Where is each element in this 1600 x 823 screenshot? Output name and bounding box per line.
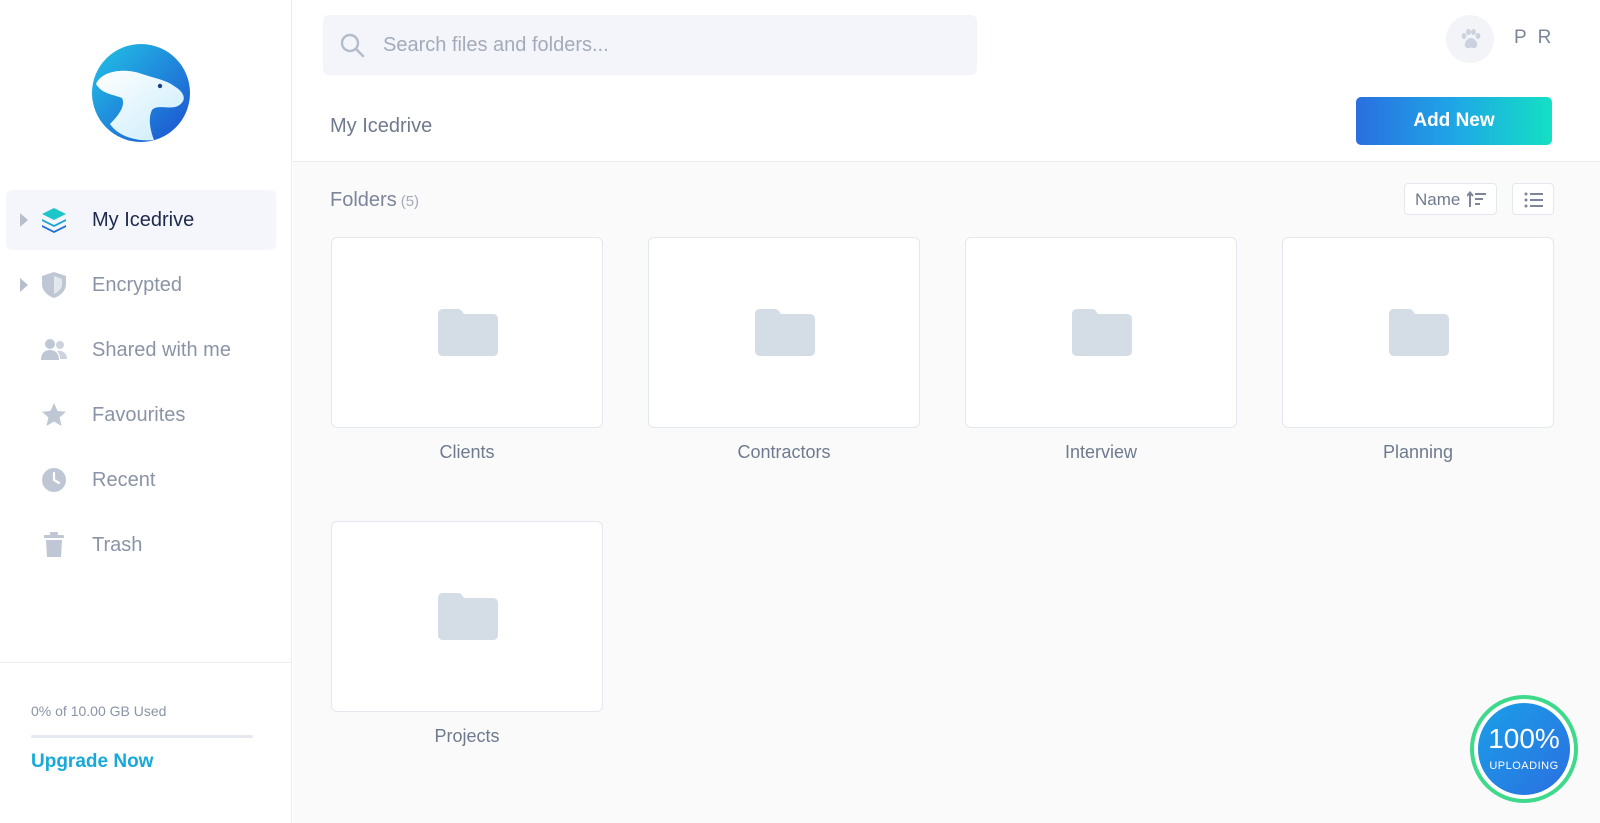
sidebar-item-label: Trash xyxy=(92,534,143,556)
folders-heading: Folders (5) xyxy=(330,189,419,212)
folder-card[interactable] xyxy=(965,237,1237,428)
sidebar-item-shared-with-me[interactable]: Shared with me xyxy=(6,320,276,380)
star-icon xyxy=(42,403,66,426)
folders-title: Folders xyxy=(330,189,397,211)
icedrive-logo[interactable] xyxy=(92,44,190,142)
sidebar-divider xyxy=(0,662,292,663)
sidebar-item-label: Encrypted xyxy=(92,274,183,296)
users-icon xyxy=(41,339,67,360)
shield-icon xyxy=(42,272,66,298)
avatar[interactable] xyxy=(1446,15,1494,63)
expand-caret-icon[interactable] xyxy=(20,278,28,292)
paw-icon xyxy=(1461,29,1481,49)
upload-percent: 100% xyxy=(1488,723,1560,754)
search-input[interactable] xyxy=(383,15,963,75)
folder-item-planning[interactable]: Planning xyxy=(1282,237,1554,463)
folders-count: (5) xyxy=(400,193,420,210)
folder-icon xyxy=(438,593,498,640)
sidebar-item-my-icedrive[interactable]: My Icedrive xyxy=(6,190,276,250)
upload-status-label: UPLOADING xyxy=(1489,760,1559,772)
upload-progress-badge[interactable]: 100% UPLOADING xyxy=(1470,695,1578,803)
folder-icon xyxy=(1389,309,1449,356)
sidebar-nav: My Icedrive Encrypted Shared with me Fav… xyxy=(6,190,276,580)
folder-card[interactable] xyxy=(1282,237,1554,428)
sidebar-item-recent[interactable]: Recent xyxy=(6,450,276,510)
folder-item-clients[interactable]: Clients xyxy=(331,237,603,463)
expand-caret-icon[interactable] xyxy=(20,213,28,227)
sidebar-item-trash[interactable]: Trash xyxy=(6,515,276,575)
folder-card[interactable] xyxy=(331,521,603,712)
upload-progress-circle: 100% UPLOADING xyxy=(1478,703,1570,795)
folder-icon xyxy=(1072,309,1132,356)
folder-name: Clients xyxy=(439,442,495,462)
list-view-button[interactable] xyxy=(1512,183,1554,215)
storage-usage-text: 0% of 10.00 GB Used xyxy=(31,703,167,719)
content-area: Folders (5) Name Clients Contractors Int… xyxy=(293,161,1600,823)
sort-label: Name xyxy=(1415,190,1461,209)
sidebar-item-favourites[interactable]: Favourites xyxy=(6,385,276,445)
sidebar-item-label: My Icedrive xyxy=(92,209,195,231)
trash-icon xyxy=(44,532,64,557)
list-view-icon xyxy=(1524,192,1543,208)
user-initials[interactable]: P R xyxy=(1514,27,1554,49)
add-new-button[interactable]: Add New xyxy=(1356,97,1552,145)
folder-name: Projects xyxy=(434,726,500,746)
sort-ascending-icon xyxy=(1467,191,1486,207)
folder-name: Planning xyxy=(1382,442,1454,462)
sidebar-item-label: Shared with me xyxy=(92,339,231,361)
folder-item-contractors[interactable]: Contractors xyxy=(648,237,920,463)
breadcrumb[interactable]: My Icedrive xyxy=(330,115,432,138)
sidebar-item-label: Recent xyxy=(92,469,156,491)
sort-by-name-button[interactable]: Name xyxy=(1404,183,1497,215)
layers-icon xyxy=(42,208,66,233)
folder-icon xyxy=(438,309,498,356)
folder-name: Interview xyxy=(1064,442,1138,462)
folder-card[interactable] xyxy=(648,237,920,428)
folder-item-interview[interactable]: Interview xyxy=(965,237,1237,463)
storage-progress-bar xyxy=(31,735,253,738)
clock-icon xyxy=(42,468,66,492)
search-bar[interactable] xyxy=(323,15,977,75)
folder-name: Contractors xyxy=(737,442,831,462)
sidebar-item-encrypted[interactable]: Encrypted xyxy=(6,255,276,315)
folder-item-projects[interactable]: Projects xyxy=(331,521,603,747)
search-icon xyxy=(340,33,365,58)
upgrade-now-link[interactable]: Upgrade Now xyxy=(31,751,153,773)
folder-icon xyxy=(755,309,815,356)
sidebar-item-label: Favourites xyxy=(92,404,186,426)
folder-card[interactable] xyxy=(331,237,603,428)
sidebar: My Icedrive Encrypted Shared with me Fav… xyxy=(0,0,292,823)
